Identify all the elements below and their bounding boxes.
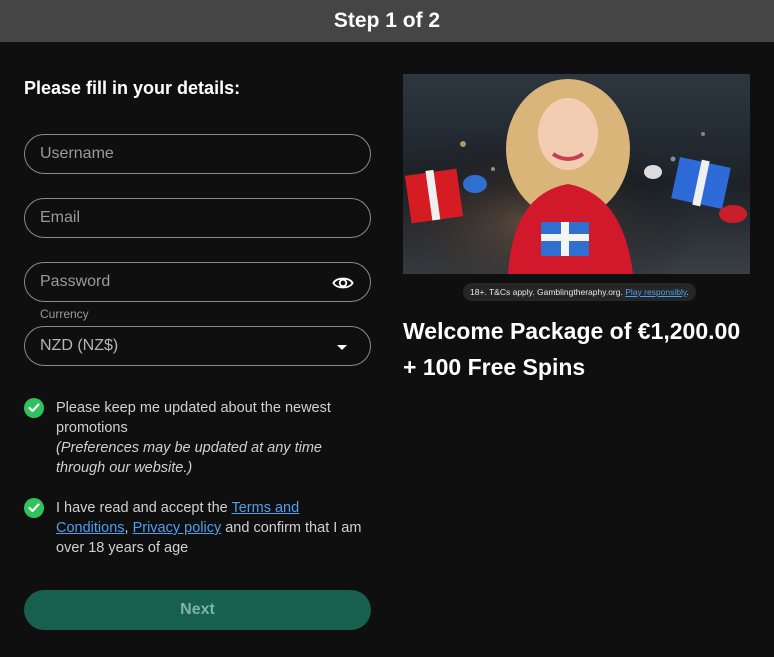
welcome-package-title: Welcome Package of €1,200.00 + 100 Free … — [403, 318, 741, 380]
terms-text: I have read and accept the Terms and Con… — [56, 498, 374, 558]
next-button[interactable]: Next — [24, 590, 371, 630]
promotions-text: Please keep me updated about the newest … — [56, 398, 354, 478]
checkmark-icon — [28, 403, 40, 413]
password-input[interactable] — [40, 273, 355, 291]
username-field[interactable] — [24, 134, 371, 174]
terms-text-before: I have read and accept the — [56, 500, 232, 516]
currency-label: Currency — [40, 307, 89, 321]
step-header: Step 1 of 2 — [0, 0, 774, 42]
step-title: Step 1 of 2 — [333, 9, 441, 32]
currency-select[interactable]: NZD (NZ$) — [24, 326, 371, 366]
eye-icon[interactable] — [332, 274, 354, 292]
disclaimer-text: 18+. T&Cs apply. Gamblingtheraphy.org. — [470, 287, 626, 297]
promo-image — [403, 74, 750, 274]
promotions-note: (Preferences may be updated at any time … — [56, 440, 322, 476]
promotions-consent: Please keep me updated about the newest … — [24, 398, 354, 478]
currency-value: NZD (NZ$) — [40, 337, 119, 354]
play-responsibly-link[interactable]: Play responsibly — [625, 287, 686, 297]
terms-checkbox[interactable] — [24, 498, 44, 518]
responsible-gambling-notice: 18+. T&Cs apply. Gamblingtheraphy.org. P… — [463, 283, 696, 301]
username-input[interactable] — [40, 145, 355, 163]
caret-down-icon — [337, 345, 347, 350]
email-input[interactable] — [40, 209, 355, 227]
password-field[interactable] — [24, 262, 371, 302]
email-field[interactable] — [24, 198, 371, 238]
promotions-checkbox[interactable] — [24, 398, 44, 418]
promotions-label: Please keep me updated about the newest … — [56, 400, 331, 436]
privacy-link[interactable]: Privacy policy — [133, 520, 222, 536]
terms-separator: , — [124, 520, 133, 536]
disclaimer-end: . — [686, 287, 689, 297]
terms-consent: I have read and accept the Terms and Con… — [24, 498, 374, 558]
checkmark-icon — [28, 503, 40, 513]
form-heading: Please fill in your details: — [24, 78, 241, 98]
promo-illustration — [403, 74, 750, 274]
